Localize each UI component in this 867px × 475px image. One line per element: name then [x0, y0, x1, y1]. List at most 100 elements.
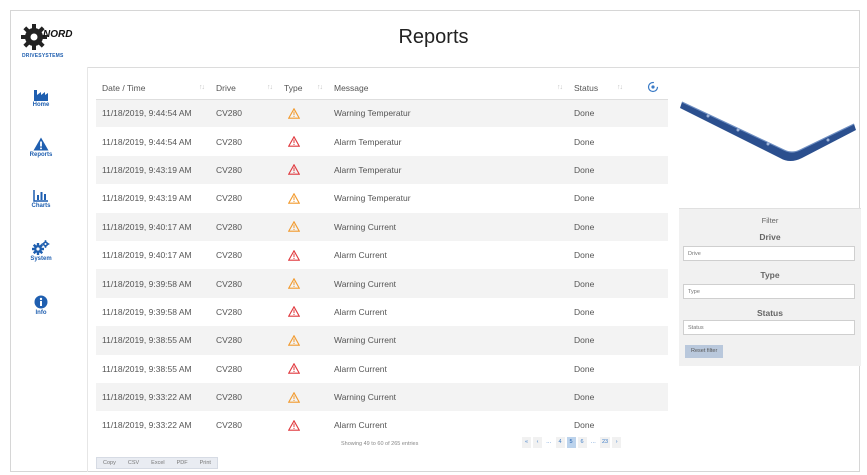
sidebar-item-label: Info: [35, 310, 47, 316]
sidebar-item-home[interactable]: Home: [18, 88, 64, 108]
cell-actions: [628, 269, 668, 298]
table-row[interactable]: 11/18/2019, 9:39:58 AM CV280 Warning Curre…: [96, 269, 668, 298]
filter-title: Filter: [761, 216, 779, 225]
export-csv-button[interactable]: CSV: [122, 458, 145, 468]
table-row[interactable]: 11/18/2019, 9:33:22 AM CV280 Alarm Current…: [96, 411, 668, 439]
cell-status: Done: [574, 420, 595, 431]
cell-drive: CV280: [216, 136, 242, 147]
cell-status: Done: [574, 306, 595, 317]
cell-status: Done: [568, 326, 628, 355]
sidebar-item-label: Home: [32, 102, 50, 108]
export-buttons: Copy CSV Excel PDF Print: [96, 457, 218, 469]
cell-type: [278, 326, 328, 355]
page-button[interactable]: ‹: [533, 437, 542, 448]
sidebar-item-info[interactable]: Info: [18, 295, 64, 316]
table-row[interactable]: 11/18/2019, 9:38:55 AM CV280 Alarm Current…: [96, 355, 668, 383]
cell-drive: CV280: [216, 363, 242, 374]
cell-drive: CV280: [210, 269, 278, 298]
cell-type: [278, 411, 328, 439]
sidebar-item-charts[interactable]: Charts: [18, 189, 64, 209]
cell-type: [278, 212, 328, 241]
sort-icon: ↑↓: [267, 84, 273, 91]
reset-filter-button[interactable]: Reset filter: [685, 345, 724, 358]
alarm-icon: [288, 419, 300, 431]
sidebar-item-label: Reports: [29, 152, 53, 158]
warning-icon: [288, 192, 300, 204]
cell-status: Done: [574, 136, 595, 147]
alarm-icon: [288, 306, 300, 318]
cell-actions: [628, 355, 668, 383]
page-button[interactable]: «: [522, 437, 531, 448]
reports-table: Date / Time ↑↓ Drive ↑↓ Type ↑↓ Message ↑↓ S…: [96, 77, 668, 440]
column-header-datetime[interactable]: Date / Time ↑↓: [96, 77, 210, 100]
export-print-button[interactable]: Print: [194, 458, 217, 468]
cell-drive: CV280: [216, 420, 242, 431]
filter-panel: Filter Drive Type Status Reset filter: [679, 208, 861, 366]
page-button[interactable]: 6: [577, 437, 587, 448]
cell-drive: CV280: [216, 250, 242, 261]
sidebar-item-system[interactable]: System: [18, 240, 64, 262]
cell-datetime: 11/18/2019, 9:39:58 AM: [96, 269, 210, 298]
alarm-icon: [288, 363, 300, 374]
cell-type: [278, 382, 328, 412]
cell-drive: CV280: [210, 382, 278, 412]
table-row[interactable]: 11/18/2019, 9:43:19 AM CV280 Alarm Tempera…: [96, 155, 668, 185]
sidebar-item-reports[interactable]: Reports: [18, 137, 64, 158]
status-filter-input[interactable]: [683, 320, 855, 335]
cell-drive: CV280: [210, 326, 278, 355]
cell-message: Alarm Current: [334, 306, 387, 317]
drive-filter-input[interactable]: [683, 246, 855, 261]
sidebar-divider: [87, 67, 88, 472]
cell-message: Warning Current: [328, 212, 568, 241]
type-filter-input[interactable]: [683, 284, 855, 299]
cell-message: Alarm Current: [334, 250, 387, 261]
export-pdf-button[interactable]: PDF: [171, 458, 194, 468]
refresh-icon[interactable]: [647, 81, 659, 93]
cell-message: Warning Current: [328, 382, 568, 412]
cell-message: Warning Current: [328, 326, 568, 355]
cell-actions: [628, 298, 668, 326]
table-row[interactable]: 11/18/2019, 9:38:55 AM CV280 Warning Curre…: [96, 326, 668, 355]
page-button[interactable]: ›: [612, 437, 622, 448]
table-row[interactable]: 11/18/2019, 9:44:54 AM CV280 Warning Tempe…: [96, 99, 668, 128]
column-header-drive[interactable]: Drive ↑↓: [210, 77, 278, 100]
cell-message: Alarm Temperatur: [334, 136, 402, 147]
cell-message: Alarm Current: [334, 420, 387, 431]
table-header-row: Date / Time ↑↓ Drive ↑↓ Type ↑↓ Message ↑↓ S…: [96, 77, 668, 100]
alarm-icon: [288, 136, 300, 147]
column-header-type[interactable]: Type ↑↓: [278, 77, 328, 100]
sort-icon: ↑↓: [199, 84, 205, 91]
page-title: Reports: [398, 26, 469, 48]
export-excel-button[interactable]: Excel: [145, 458, 170, 468]
cell-datetime: 11/18/2019, 9:39:58 AM: [102, 306, 192, 317]
page-button[interactable]: 23: [600, 437, 611, 448]
column-header-status[interactable]: Status ↑↓: [568, 77, 628, 100]
header-divider: [88, 67, 860, 68]
type-filter-label: Type: [760, 270, 780, 280]
gears-icon: [32, 240, 50, 255]
cell-drive: CV280: [210, 99, 278, 128]
cell-type: [278, 127, 328, 155]
cell-type: [278, 155, 328, 185]
page-button[interactable]: 5: [566, 437, 576, 448]
cell-datetime: 11/18/2019, 9:38:55 AM: [102, 363, 192, 374]
cell-type: [278, 355, 328, 383]
chart-icon: [33, 190, 48, 202]
table-row[interactable]: 11/18/2019, 9:40:17 AM CV280 Warning Curre…: [96, 212, 668, 241]
warning-icon: [288, 107, 300, 119]
table-row[interactable]: 11/18/2019, 9:44:54 AM CV280 Alarm Tempera…: [96, 127, 668, 155]
table-row[interactable]: 11/18/2019, 9:43:19 AM CV280 Warning Tempe…: [96, 184, 668, 212]
page-button[interactable]: 4: [555, 437, 565, 448]
sidebar-item-label: Charts: [31, 203, 51, 209]
cell-status: Done: [574, 250, 595, 261]
cell-status: Done: [574, 363, 595, 374]
export-copy-button[interactable]: Copy: [97, 458, 122, 468]
table-row[interactable]: 11/18/2019, 9:33:22 AM CV280 Warning Curre…: [96, 382, 668, 412]
table-row[interactable]: 11/18/2019, 9:39:58 AM CV280 Alarm Current…: [96, 298, 668, 326]
table-row[interactable]: 11/18/2019, 9:40:17 AM CV280 Alarm Current…: [96, 241, 668, 269]
cell-type: [278, 269, 328, 298]
sort-icon: ↑↓: [557, 84, 563, 91]
column-header-message[interactable]: Message ↑↓: [328, 77, 568, 100]
cell-message: Warning Current: [328, 269, 568, 298]
page-button: …: [546, 439, 552, 445]
